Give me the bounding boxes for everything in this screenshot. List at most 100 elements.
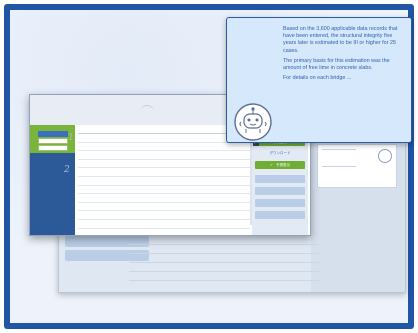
table-cell <box>225 168 250 176</box>
table-cell <box>225 143 250 151</box>
table-cell <box>103 177 128 185</box>
table-cell <box>103 220 128 228</box>
table-cell <box>78 220 103 228</box>
data-table <box>78 125 250 229</box>
table-cell <box>78 186 103 194</box>
table-cell <box>152 211 177 219</box>
table-cell <box>225 160 250 168</box>
table-cell <box>103 203 128 211</box>
table-cell <box>152 186 177 194</box>
table-cell <box>176 160 201 168</box>
table-cell <box>103 211 128 219</box>
table-cell <box>201 220 226 228</box>
option-button[interactable] <box>255 199 305 207</box>
table-cell <box>152 151 177 159</box>
table-cell <box>78 168 103 176</box>
table-cell <box>201 211 226 219</box>
info-card-lines <box>322 149 356 167</box>
table-cell <box>225 186 250 194</box>
option-button[interactable] <box>255 175 305 183</box>
table-cell <box>103 134 128 142</box>
back-window-info-card <box>317 144 397 188</box>
table-row[interactable] <box>78 203 250 212</box>
table-cell <box>176 211 201 219</box>
table-cell <box>78 134 103 142</box>
table-cell <box>152 203 177 211</box>
table-cell <box>103 160 128 168</box>
table-cell <box>127 186 152 194</box>
back-data-table <box>129 236 319 281</box>
table-cell <box>103 168 128 176</box>
table-cell <box>176 194 201 202</box>
option-button[interactable] <box>38 138 68 144</box>
main-left-panel: 1 2 <box>30 125 75 235</box>
table-cell <box>176 177 201 185</box>
option-button[interactable] <box>38 145 68 151</box>
table-row[interactable] <box>78 186 250 195</box>
table-row[interactable] <box>78 211 250 220</box>
table-cell <box>176 186 201 194</box>
table-cell <box>225 194 250 202</box>
table-cell <box>127 168 152 176</box>
table-cell <box>152 143 177 151</box>
table-row[interactable] <box>78 160 250 169</box>
table-cell <box>152 168 177 176</box>
table-cell <box>127 151 152 159</box>
table-cell <box>103 151 128 159</box>
table-cell <box>127 177 152 185</box>
step-number: 1 <box>68 133 74 143</box>
table-cell <box>127 194 152 202</box>
table-cell <box>176 168 201 176</box>
table-cell <box>103 194 128 202</box>
table-row[interactable] <box>78 194 250 203</box>
main-right-sidebar: ▶ 予測結果 ダウンロード ✓ 予測表示 <box>252 135 308 235</box>
option-button[interactable] <box>255 187 305 195</box>
table-cell <box>152 177 177 185</box>
table-row <box>129 272 319 281</box>
popup-link[interactable]: For details on each bridge ... <box>283 75 407 82</box>
table-cell <box>152 134 177 142</box>
table-cell <box>152 160 177 168</box>
table-cell <box>201 151 226 159</box>
table-cell <box>103 186 128 194</box>
step-number: 2 <box>64 165 70 175</box>
table-cell <box>78 194 103 202</box>
table-cell <box>127 143 152 151</box>
popup-text: The primary basis for this estimation wa… <box>283 57 390 72</box>
table-row[interactable] <box>78 220 250 229</box>
table-cell <box>152 220 177 228</box>
option-button[interactable] <box>38 131 68 137</box>
table-cell <box>176 134 201 142</box>
display-button[interactable]: ✓ 予測表示 <box>255 161 305 169</box>
table-cell <box>78 151 103 159</box>
table-row[interactable] <box>78 143 250 152</box>
table-row[interactable] <box>78 151 250 160</box>
button-label: 予測表示 <box>275 162 290 167</box>
table-cell <box>201 186 226 194</box>
table-row <box>129 263 319 272</box>
table-cell <box>176 151 201 159</box>
table-row[interactable] <box>78 134 250 143</box>
table-row <box>129 254 319 263</box>
table-cell <box>225 203 250 211</box>
table-cell <box>78 203 103 211</box>
table-cell <box>127 220 152 228</box>
table-cell <box>225 151 250 159</box>
robot-icon <box>378 149 392 163</box>
robot-icon <box>234 103 272 141</box>
table-row[interactable] <box>78 177 250 186</box>
table-cell <box>176 143 201 151</box>
option-button[interactable] <box>255 211 305 219</box>
ai-explanation-popup: Based on the 3,600 applicable data recor… <box>226 17 412 143</box>
download-button[interactable]: ダウンロード <box>255 149 305 157</box>
table-cell <box>201 194 226 202</box>
table-row <box>129 245 319 254</box>
table-cell <box>127 203 152 211</box>
table-cell <box>176 203 201 211</box>
table-row[interactable] <box>78 168 250 177</box>
table-header <box>78 125 250 134</box>
table-cell <box>78 143 103 151</box>
table-cell <box>201 134 226 142</box>
table-cell <box>225 220 250 228</box>
table-cell <box>103 143 128 151</box>
